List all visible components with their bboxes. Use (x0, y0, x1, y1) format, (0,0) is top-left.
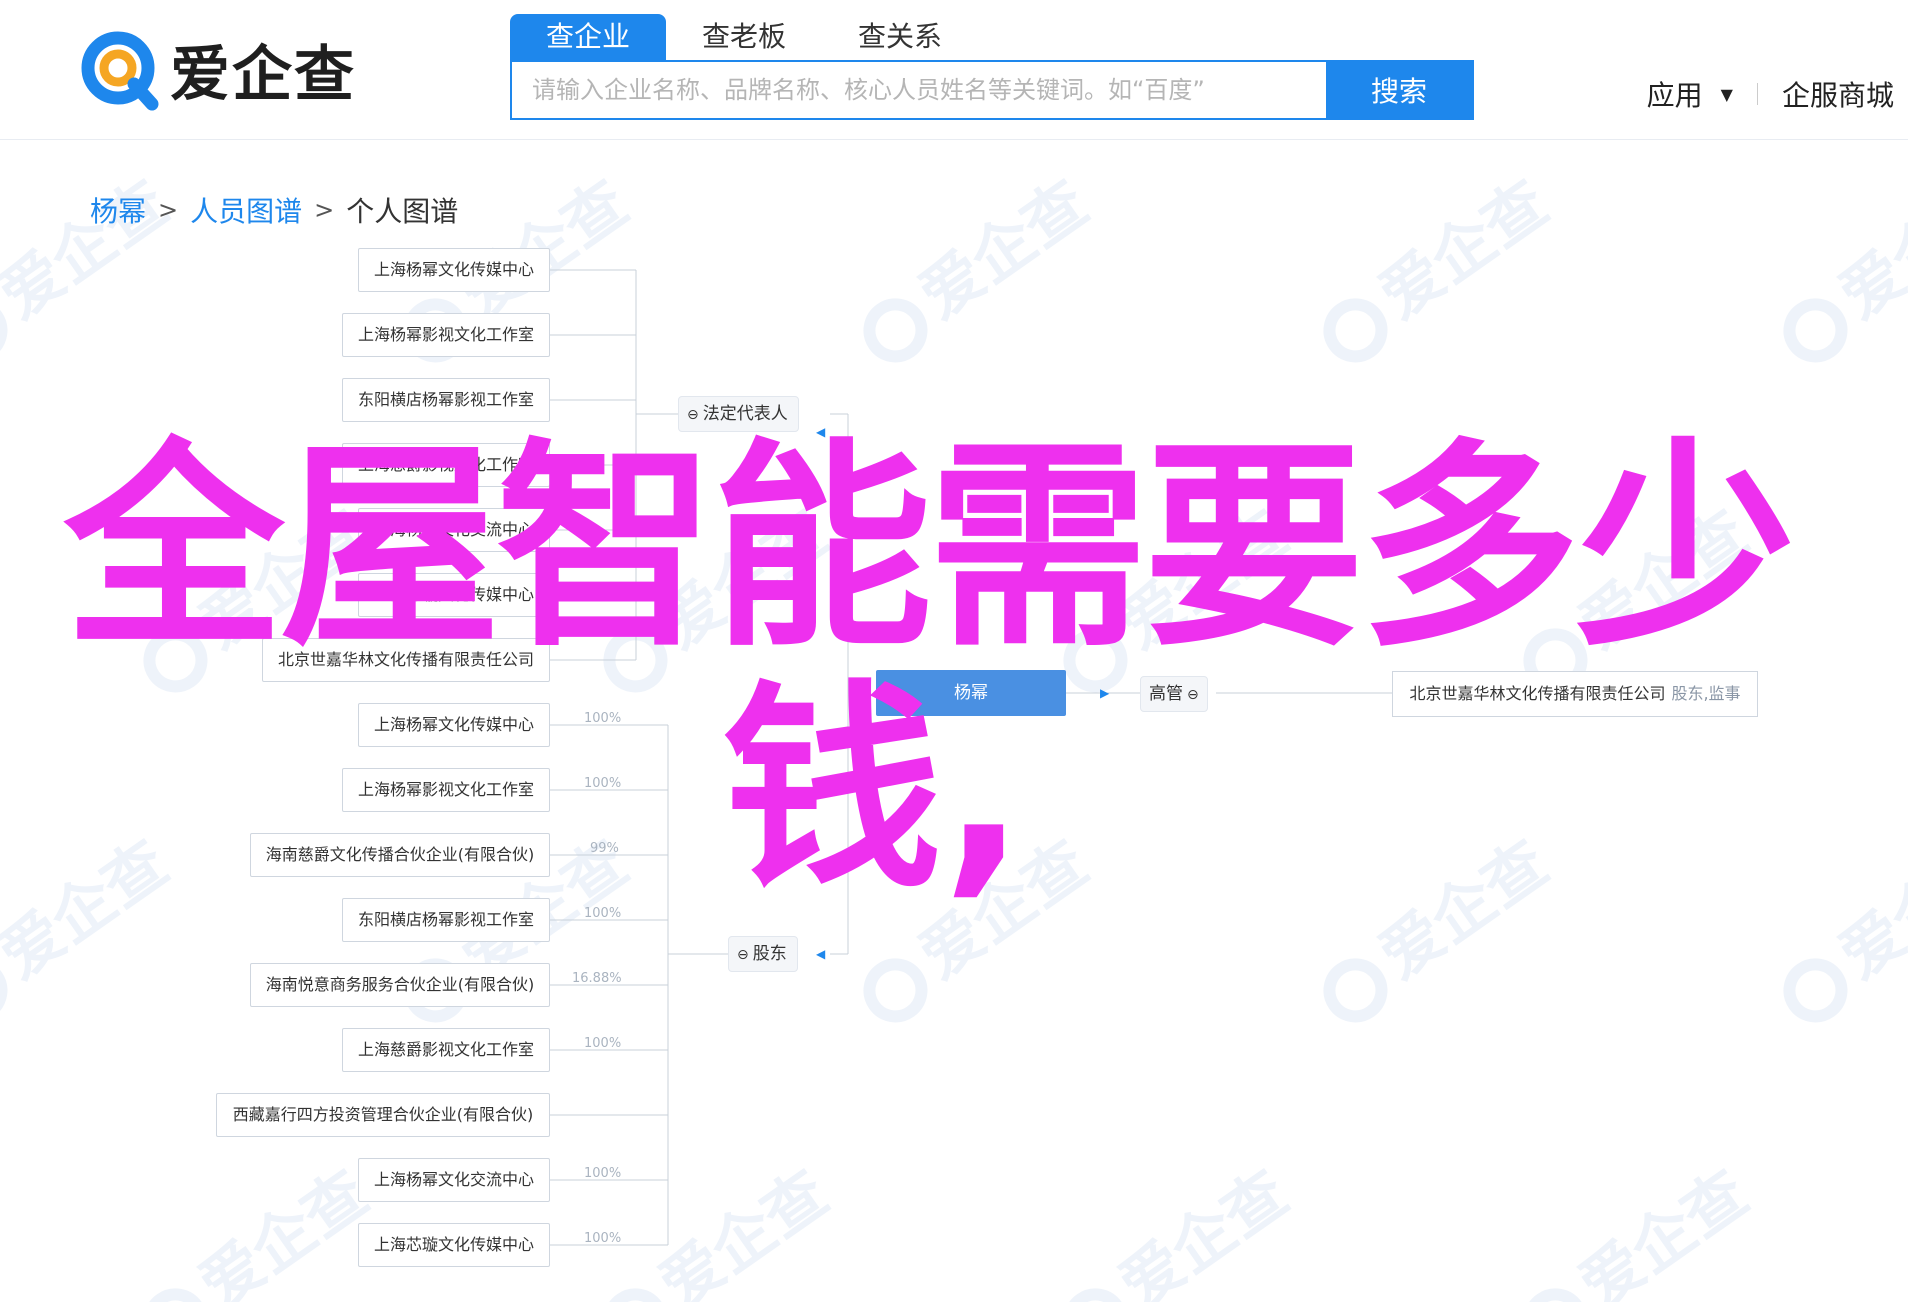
caret-down-icon: ▼ (1720, 84, 1733, 104)
shareholding-company-node[interactable]: 上海杨幂文化交流中心 (358, 1158, 550, 1202)
management-company-name: 北京世嘉华林文化传播有限责任公司 (1409, 684, 1666, 703)
shareholding-company-node[interactable]: 海南慈爵文化传播合伙企业(有限合伙) (250, 833, 550, 877)
management-roles: 股东,监事 (1671, 684, 1741, 703)
tab-boss[interactable]: 查老板 (666, 14, 822, 60)
logo[interactable]: 爱企查 (78, 24, 356, 114)
share-percentage: 100% (584, 776, 622, 791)
tab-company[interactable]: 查企业 (510, 14, 666, 60)
arrow-left-icon: ◀ (816, 947, 826, 961)
center-person-node[interactable]: 杨幂 (876, 670, 1066, 716)
arrow-left-icon: ◀ (816, 425, 826, 439)
share-percentage: 100% (584, 1166, 622, 1181)
collapse-circle-icon: ⊖ (687, 407, 699, 423)
shareholding-company-node[interactable]: 上海杨幂文化传媒中心 (358, 703, 550, 747)
share-percentage: 16.88% (572, 971, 622, 986)
services-link[interactable]: 企服商城 (1782, 74, 1894, 114)
search-box: 搜索 (510, 60, 1474, 120)
logo-text: 爱企查 (170, 39, 356, 110)
legal-company-node[interactable]: 上海芯璇文化传媒中心 (358, 573, 550, 617)
management-group-label[interactable]: 高管 ⊖ (1140, 676, 1208, 712)
header-right: 应用 ▼ 企服商城 (1647, 72, 1894, 116)
relation-graph: 上海杨幂文化传媒中心 上海杨幂影视文化工作室 东阳横店杨幂影视工作室 上海慈爵影… (0, 141, 1908, 1302)
header-divider (1756, 83, 1758, 105)
logo-icon (81, 31, 159, 111)
shareholding-company-node[interactable]: 上海慈爵影视文化工作室 (342, 1028, 550, 1072)
legal-company-node[interactable]: 北京世嘉华林文化传播有限责任公司 (262, 638, 550, 682)
collapse-circle-icon: ⊖ (737, 947, 749, 963)
top-header: 爱企查 查企业 查老板 查关系 搜索 应用 ▼ 企服商城 (0, 0, 1908, 140)
shareholder-label: 股东 (752, 944, 787, 964)
legal-company-node[interactable]: 上海杨幂文化交流中心 (358, 508, 550, 552)
shareholding-company-node[interactable]: 西藏嘉行四方投资管理合伙企业(有限合伙) (216, 1093, 550, 1137)
share-percentage: 99% (590, 841, 619, 856)
share-percentage: 100% (584, 1231, 622, 1246)
arrow-right-icon: ▶ (1100, 686, 1110, 700)
tab-relation[interactable]: 查关系 (822, 14, 978, 60)
share-percentage: 100% (584, 906, 622, 921)
share-percentage: 100% (584, 711, 622, 726)
shareholding-company-node[interactable]: 东阳横店杨幂影视工作室 (342, 898, 550, 942)
shareholding-company-node[interactable]: 海南悦意商务服务合伙企业(有限合伙) (250, 963, 550, 1007)
share-percentage: 100% (584, 1036, 622, 1051)
apps-menu[interactable]: 应用 ▼ (1647, 74, 1733, 114)
legal-company-node[interactable]: 上海杨幂文化传媒中心 (358, 248, 550, 292)
search-tabs: 查企业 查老板 查关系 (510, 14, 978, 60)
management-label: 高管 (1149, 684, 1183, 704)
legal-company-node[interactable]: 上海杨幂影视文化工作室 (342, 313, 550, 357)
legal-company-node[interactable]: 上海慈爵影视文化工作室 (342, 443, 550, 487)
search-input[interactable] (512, 62, 1326, 118)
management-company-node[interactable]: 北京世嘉华林文化传播有限责任公司 股东,监事 (1392, 671, 1758, 717)
search-button[interactable]: 搜索 (1326, 62, 1472, 118)
legal-company-node[interactable]: 东阳横店杨幂影视工作室 (342, 378, 550, 422)
legal-rep-group-label[interactable]: ⊖ 法定代表人 (678, 396, 799, 432)
legal-rep-label: 法定代表人 (702, 404, 788, 424)
shareholding-company-node[interactable]: 上海芯璇文化传媒中心 (358, 1223, 550, 1267)
shareholding-company-node[interactable]: 上海杨幂影视文化工作室 (342, 768, 550, 812)
collapse-circle-icon: ⊖ (1187, 687, 1199, 703)
shareholder-group-label[interactable]: ⊖ 股东 (728, 936, 798, 972)
apps-label: 应用 (1646, 79, 1703, 112)
